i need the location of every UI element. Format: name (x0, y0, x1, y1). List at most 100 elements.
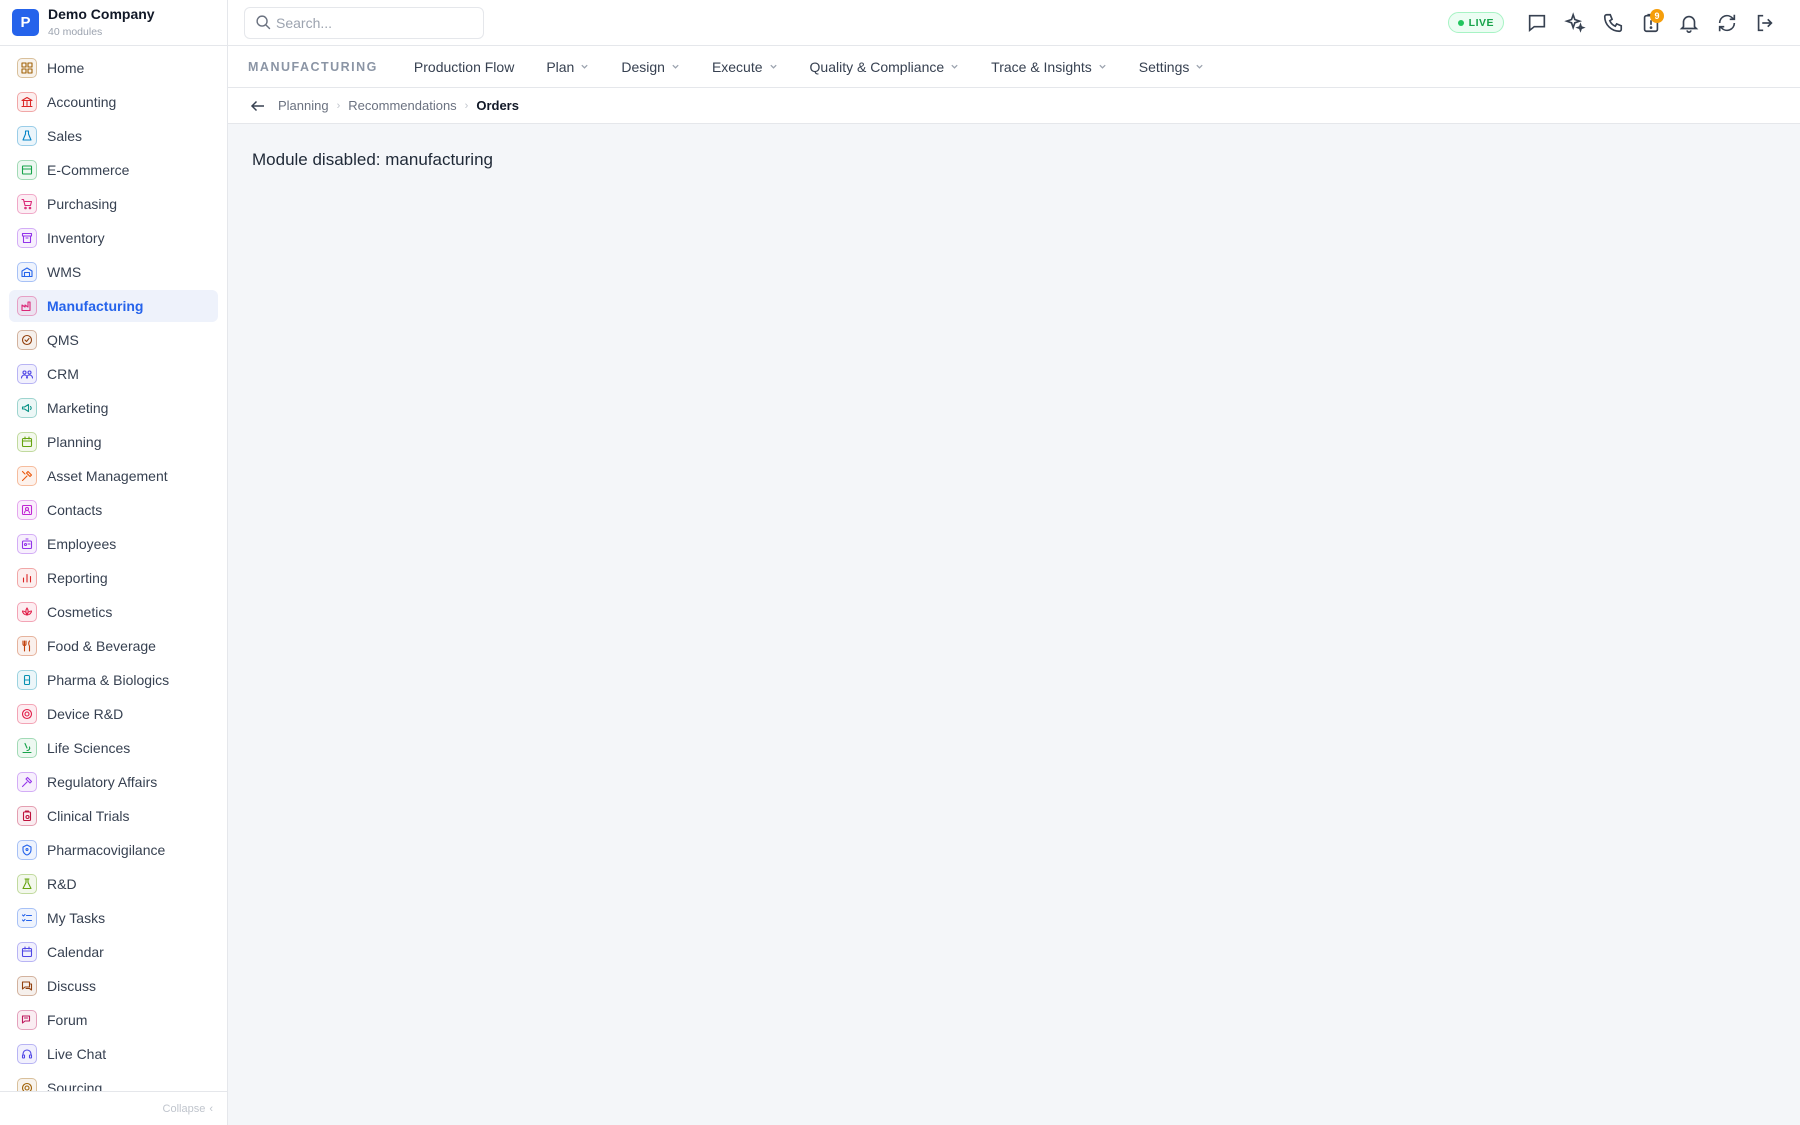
sidebar-item-label: Asset Management (47, 468, 168, 484)
sidebar-item-label: Employees (47, 536, 117, 552)
sidebar-item-device-r-d[interactable]: Device R&D (9, 698, 218, 730)
sidebar-item-home[interactable]: Home (9, 52, 218, 84)
module-nav-label: Quality & Compliance (809, 58, 945, 75)
sidebar-item-purchasing[interactable]: Purchasing (9, 188, 218, 220)
sidebar-item-my-tasks[interactable]: My Tasks (9, 902, 218, 934)
sidebar-item-label: Sourcing (47, 1080, 103, 1091)
search-icon (256, 15, 271, 30)
sidebar-item-calendar[interactable]: Calendar (9, 936, 218, 968)
vial-icon (17, 670, 37, 690)
module-nav-execute[interactable]: Execute (712, 59, 778, 75)
live-label: LIVE (1468, 16, 1494, 29)
back-button[interactable] (246, 94, 270, 118)
cog-icon (17, 704, 37, 724)
chevron-down-icon (1196, 64, 1204, 69)
sidebar-item-pharma-biologics[interactable]: Pharma & Biologics (9, 664, 218, 696)
sidebar-item-label: My Tasks (47, 910, 106, 926)
chevron-left-icon: ‹ (209, 1102, 213, 1115)
sidebar-item-label: Accounting (47, 94, 117, 110)
company-header[interactable]: P Demo Company 40 modules (0, 0, 227, 46)
search-input[interactable] (276, 14, 466, 31)
breadcrumb-recommendations[interactable]: Recommendations (348, 98, 456, 113)
sidebar-item-reporting[interactable]: Reporting (9, 562, 218, 594)
clipboard-icon (17, 806, 37, 826)
beaker-icon (17, 874, 37, 894)
sidebar-item-label: QMS (47, 332, 79, 348)
sidebar-item-live-chat[interactable]: Live Chat (9, 1038, 218, 1070)
chevron-down-icon (581, 64, 588, 69)
sidebar-item-forum[interactable]: Forum (9, 1004, 218, 1036)
tasks-alert-button[interactable]: 9 (1632, 4, 1670, 42)
sidebar-item-label: Marketing (47, 400, 109, 416)
module-title: MANUFACTURING (248, 59, 378, 74)
sidebar-item-food-beverage[interactable]: Food & Beverage (9, 630, 218, 662)
factory-icon (17, 296, 37, 316)
logout-button[interactable] (1746, 4, 1784, 42)
chat-icon (17, 976, 37, 996)
target-icon (17, 1078, 37, 1091)
sparkles-icon (1564, 11, 1586, 33)
sidebar-item-label: Manufacturing (47, 298, 144, 314)
sidebar-item-label: Device R&D (47, 706, 124, 722)
utensils-icon (17, 636, 37, 656)
module-nav-plan[interactable]: Plan (546, 59, 589, 75)
phone-icon (1603, 13, 1623, 32)
phone-button[interactable] (1594, 4, 1632, 42)
notification-count-badge: 9 (1650, 8, 1664, 23)
bar-chart-icon (17, 568, 37, 588)
sidebar-item-asset-management[interactable]: Asset Management (9, 460, 218, 492)
headset-icon (17, 1044, 37, 1064)
sidebar-item-pharmacovigilance[interactable]: Pharmacovigilance (9, 834, 218, 866)
sidebar-item-employees[interactable]: Employees (9, 528, 218, 560)
arrow-left-icon (250, 100, 264, 111)
contact-icon (17, 500, 37, 520)
module-nav-label: Production Flow (413, 58, 515, 75)
archive-icon (17, 228, 37, 248)
module-nav-trace-insights[interactable]: Trace & Insights (991, 59, 1107, 75)
sidebar-item-marketing[interactable]: Marketing (9, 392, 218, 424)
sidebar-item-label: Life Sciences (47, 740, 131, 756)
collapse-button[interactable]: Collapse ‹ (0, 1091, 227, 1125)
sidebar-item-label: Regulatory Affairs (47, 774, 158, 790)
module-nav-settings[interactable]: Settings (1139, 59, 1205, 75)
sidebar-item-wms[interactable]: WMS (9, 256, 218, 288)
sidebar-item-label: Reporting (47, 570, 108, 586)
sidebar-item-inventory[interactable]: Inventory (9, 222, 218, 254)
switch-button[interactable] (1708, 4, 1746, 42)
sidebar-item-label: Discuss (47, 978, 97, 994)
sidebar-item-discuss[interactable]: Discuss (9, 970, 218, 1002)
module-nav: MANUFACTURING Production Flow Plan Design E… (228, 46, 1800, 88)
sidebar-item-sourcing[interactable]: Sourcing (9, 1072, 218, 1091)
forum-icon (17, 1010, 37, 1030)
module-nav-design[interactable]: Design (621, 59, 680, 75)
search-box[interactable] (244, 6, 484, 39)
sidebar-item-planning[interactable]: Planning (9, 426, 218, 458)
notifications-button[interactable] (1670, 4, 1708, 42)
sidebar-item-label: Home (47, 60, 85, 76)
sidebar-item-life-sciences[interactable]: Life Sciences (9, 732, 218, 764)
sidebar-item-regulatory-affairs[interactable]: Regulatory Affairs (9, 766, 218, 798)
chevron-down-icon (769, 64, 777, 69)
sidebar-item-cosmetics[interactable]: Cosmetics (9, 596, 218, 628)
sidebar-item-qms[interactable]: QMS (9, 324, 218, 356)
module-nav-production-flow[interactable]: Production Flow (414, 59, 514, 75)
messages-button[interactable] (1518, 4, 1556, 42)
sidebar-item-e-commerce[interactable]: E-Commerce (9, 154, 218, 186)
sidebar-item-r-d[interactable]: R&D (9, 868, 218, 900)
sidebar-item-clinical-trials[interactable]: Clinical Trials (9, 800, 218, 832)
sidebar-item-label: Contacts (47, 502, 103, 518)
sidebar-nav: Home Accounting Sales E-Commerce Purchasing I… (0, 52, 227, 1091)
ai-assistant-button[interactable] (1556, 4, 1594, 42)
sidebar-item-label: Forum (47, 1012, 88, 1028)
sidebar-item-crm[interactable]: CRM (9, 358, 218, 390)
sidebar-item-manufacturing[interactable]: Manufacturing (9, 290, 218, 322)
module-nav-quality-compliance[interactable]: Quality & Compliance (810, 59, 960, 75)
module-disabled-message: Module disabled: manufacturing (252, 150, 493, 169)
sidebar-item-accounting[interactable]: Accounting (9, 86, 218, 118)
breadcrumb-planning[interactable]: Planning (278, 98, 329, 113)
calendar-icon (17, 432, 37, 452)
checklist-icon (17, 908, 37, 928)
sidebar-item-contacts[interactable]: Contacts (9, 494, 218, 526)
sidebar-item-sales[interactable]: Sales (9, 120, 218, 152)
sidebar-item-label: Cosmetics (47, 604, 113, 620)
